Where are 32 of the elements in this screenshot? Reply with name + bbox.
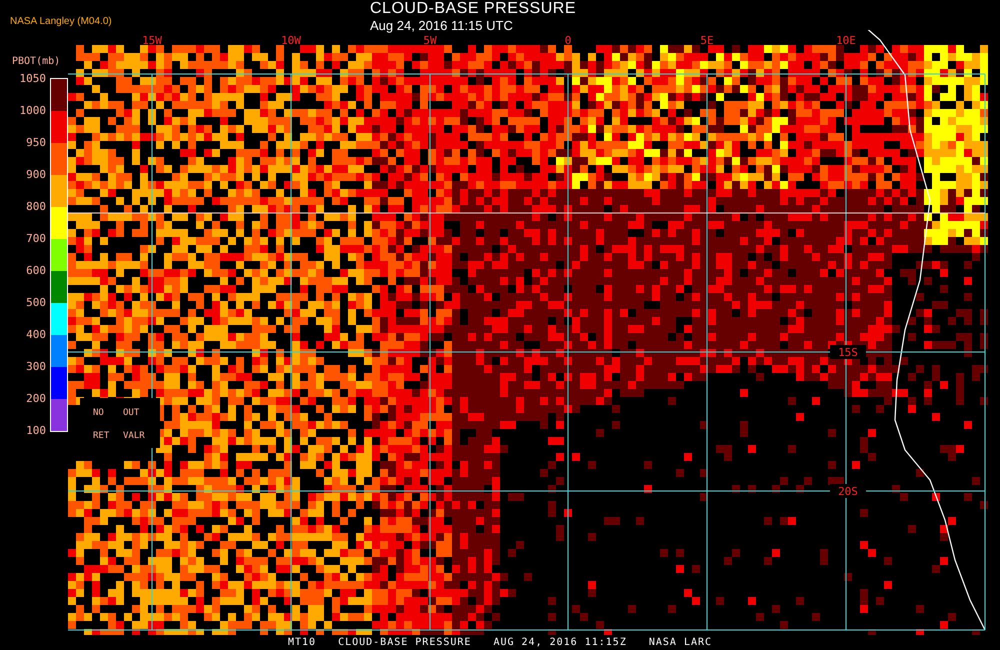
scale-label: 1000 bbox=[20, 105, 46, 117]
footer-caption: NASA LARC bbox=[648, 636, 712, 650]
scale-label: 900 bbox=[26, 169, 46, 181]
footer-caption: MT10 bbox=[288, 636, 316, 650]
scale-label: 600 bbox=[26, 265, 46, 277]
longitude-label: 0 bbox=[564, 34, 572, 47]
latitude-label: 15S bbox=[838, 346, 858, 359]
scale-label: 1050 bbox=[20, 73, 46, 85]
latitude-label: 20S bbox=[838, 485, 858, 498]
scale-label: 300 bbox=[26, 361, 46, 373]
timestamp-label: Aug 24, 2016 11:15 UTC bbox=[370, 18, 514, 33]
scale-label: 400 bbox=[26, 329, 46, 341]
legend-title: PBOT(mb) bbox=[12, 56, 60, 67]
legend-note: OUT bbox=[123, 408, 140, 418]
legend-note: RET bbox=[93, 431, 110, 441]
scale-label: 950 bbox=[26, 137, 46, 149]
longitude-label: 10E bbox=[836, 34, 856, 47]
scale-label: 700 bbox=[26, 233, 46, 245]
footer-caption: CLOUD-BASE PRESSURE bbox=[338, 636, 472, 650]
longitude-label: 15W bbox=[142, 34, 162, 47]
scale-label: 800 bbox=[26, 201, 46, 213]
source-label: NASA Langley (M04.0) bbox=[10, 16, 112, 27]
scale-label: 100 bbox=[26, 425, 46, 437]
footer-caption: AUG 24, 2016 11:15Z bbox=[493, 636, 627, 650]
longitude-label: 10W bbox=[281, 34, 301, 47]
legend-note: NO bbox=[93, 408, 104, 418]
legend-note: VALR bbox=[123, 431, 145, 441]
scale-label: 500 bbox=[26, 297, 46, 309]
longitude-label: 5W bbox=[423, 34, 437, 47]
longitude-label: 5E bbox=[700, 34, 714, 47]
chart-title: CLOUD-BASE PRESSURE bbox=[370, 0, 576, 18]
scale-label: 200 bbox=[26, 393, 46, 405]
